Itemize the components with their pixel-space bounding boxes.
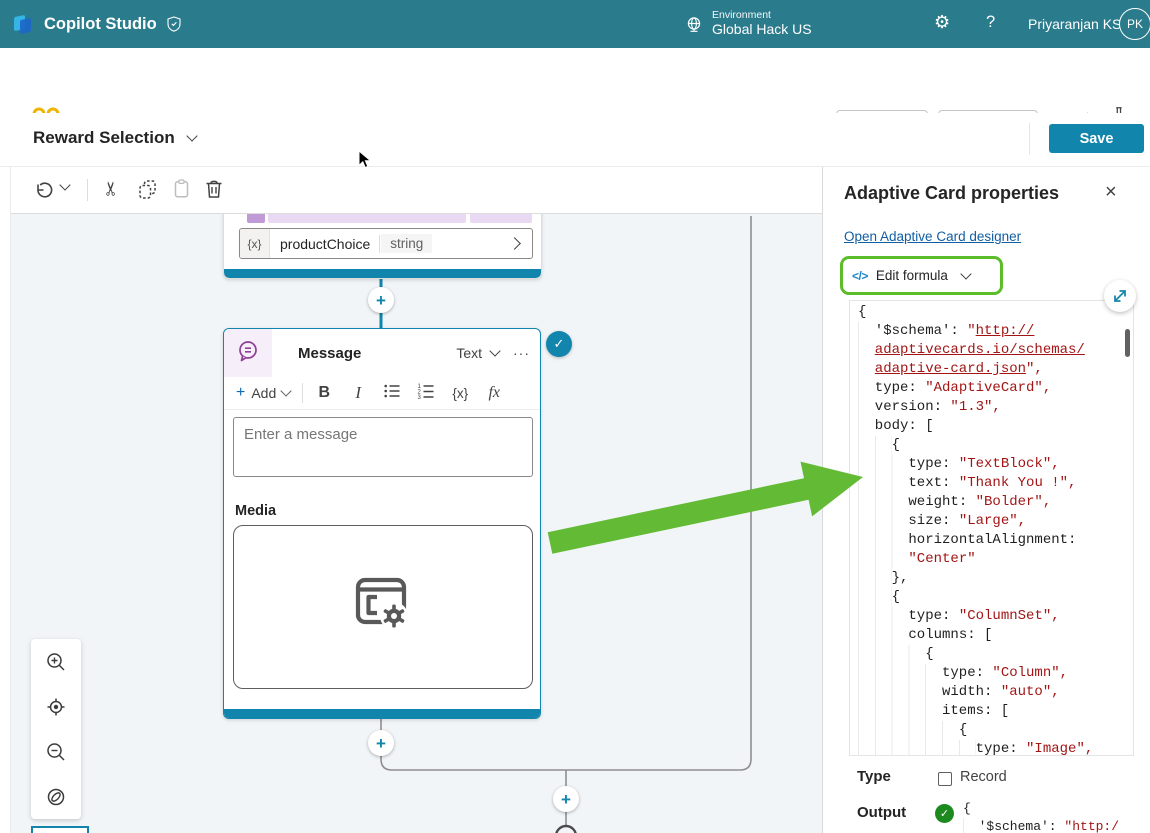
cut-button[interactable]: ✂ — [100, 181, 123, 197]
zoom-in-button[interactable] — [31, 639, 81, 684]
record-type-icon — [938, 772, 952, 786]
bot-header: Rewards & Recognition Overview Knowledge… — [0, 48, 1150, 113]
formula-button[interactable]: fx — [477, 384, 511, 402]
environment-name: Global Hack US — [712, 21, 812, 37]
minimap-partial[interactable] — [31, 826, 89, 833]
variable-chip-partial — [268, 213, 466, 223]
undo-button[interactable] — [33, 179, 55, 201]
add-node-button[interactable]: + — [368, 730, 394, 756]
center-view-button[interactable] — [31, 684, 81, 729]
numbered-list-button[interactable]: 123 — [409, 382, 443, 404]
scrollbar-thumb[interactable] — [1125, 329, 1130, 357]
adaptive-card-media-icon — [350, 575, 416, 640]
message-input[interactable] — [233, 417, 533, 477]
media-box[interactable] — [233, 525, 533, 689]
bullet-list-button[interactable] — [375, 382, 409, 404]
topic-bar: Reward Selection Copilot Comments {x} Va… — [0, 113, 1150, 167]
variable-row[interactable]: {x} productChoice string — [239, 228, 533, 259]
code-lines: {'$schema': "http://adaptivecards.io/sch… — [858, 303, 1133, 756]
settings-gear-icon[interactable]: ⚙ — [934, 12, 950, 33]
zoom-out-button[interactable] — [31, 729, 81, 774]
delete-button[interactable] — [203, 178, 225, 200]
bold-button[interactable]: B — [307, 384, 341, 402]
message-format-toolbar: + Add B I 123 {x} fx — [224, 377, 540, 410]
copilot-studio-app: Copilot Studio Environment Global Hack U… — [0, 0, 1150, 833]
canvas-zoom-controls — [31, 639, 81, 819]
copilot-studio-logo-icon[interactable] — [12, 13, 34, 35]
svg-text:3: 3 — [418, 395, 422, 400]
node-more-button[interactable]: ··· — [513, 345, 530, 361]
edit-formula-button[interactable]: </> Edit formula — [840, 256, 1003, 295]
app-title: Copilot Studio — [44, 15, 157, 34]
question-node-partial[interactable]: {x} productChoice string — [223, 213, 542, 279]
navigation-toggle-button[interactable] — [31, 774, 81, 819]
add-content-button[interactable]: + Add — [236, 384, 290, 402]
media-label: Media — [235, 503, 276, 519]
node-accent-bar — [224, 269, 541, 278]
chevron-down-icon — [489, 345, 500, 356]
type-label: Type — [857, 768, 891, 785]
plus-icon: + — [236, 384, 245, 402]
user-name: Priyaranjan KS — [1028, 16, 1121, 32]
canvas-toolbar: ✂ — [10, 167, 822, 213]
code-brackets-icon: </> — [852, 269, 868, 283]
variable-type-chip: string — [381, 234, 432, 253]
environment-picker[interactable]: Environment Global Hack US — [712, 9, 812, 37]
avatar-initials: PK — [1127, 17, 1143, 31]
node-title: Message — [298, 345, 361, 362]
variable-chip-partial — [247, 213, 265, 223]
toolbar-divider — [87, 179, 88, 201]
topic-name: Reward Selection — [33, 128, 175, 148]
add-node-button[interactable]: + — [368, 287, 394, 313]
mode-value: Text — [456, 345, 482, 361]
node-accent-bar — [224, 709, 540, 718]
variable-name: productChoice — [280, 236, 370, 252]
copy-button[interactable] — [137, 178, 159, 200]
paste-button[interactable] — [171, 178, 193, 200]
message-mode-dropdown[interactable]: Text — [456, 345, 499, 361]
authoring-canvas[interactable]: {x} productChoice string + Message — [10, 213, 822, 833]
chevron-right-icon — [508, 237, 521, 250]
open-designer-link[interactable]: Open Adaptive Card designer — [844, 229, 1021, 244]
panel-title: Adaptive Card properties — [844, 183, 1059, 204]
variable-prefix-chip: {x} — [240, 229, 270, 258]
chevron-down-icon — [960, 268, 971, 279]
type-value: Record — [960, 769, 1007, 785]
message-node-header: Message Text ··· — [224, 329, 540, 377]
insert-variable-button[interactable]: {x} — [443, 386, 477, 401]
output-label: Output — [857, 804, 906, 821]
shield-check-icon — [167, 16, 181, 32]
message-node[interactable]: Message Text ··· + Add B I — [223, 328, 541, 719]
chevron-down-icon — [281, 385, 292, 396]
help-icon[interactable]: ? — [986, 13, 995, 32]
topicbar-divider — [1029, 123, 1030, 155]
variable-chip-partial — [470, 213, 532, 223]
expand-formula-button[interactable] — [1104, 280, 1136, 312]
message-bubble-icon — [236, 339, 260, 368]
environment-label: Environment — [712, 9, 812, 21]
environment-globe-icon — [685, 16, 703, 39]
node-status-check-badge[interactable]: ✓ — [546, 331, 572, 357]
adaptive-card-properties-panel: Adaptive Card properties × Open Adaptive… — [822, 167, 1150, 833]
edit-formula-label: Edit formula — [876, 268, 948, 283]
output-success-check-icon: ✓ — [935, 804, 954, 823]
italic-button[interactable]: I — [341, 383, 375, 403]
output-preview: {'$schema': "http:/ — [963, 800, 1143, 833]
top-app-bar: Copilot Studio Environment Global Hack U… — [0, 0, 1150, 48]
add-label: Add — [251, 385, 276, 401]
formula-code-editor[interactable]: {'$schema': "http://adaptivecards.io/sch… — [849, 300, 1134, 756]
topic-name-dropdown[interactable]: Reward Selection — [33, 128, 196, 148]
save-button[interactable]: Save — [1049, 124, 1144, 153]
add-node-button[interactable]: + — [553, 786, 579, 812]
undo-menu-chevron[interactable] — [61, 185, 69, 189]
close-icon[interactable]: × — [1105, 181, 1117, 204]
message-icon-box — [224, 329, 272, 377]
user-avatar[interactable]: PK — [1119, 8, 1150, 40]
chevron-down-icon — [186, 130, 197, 141]
